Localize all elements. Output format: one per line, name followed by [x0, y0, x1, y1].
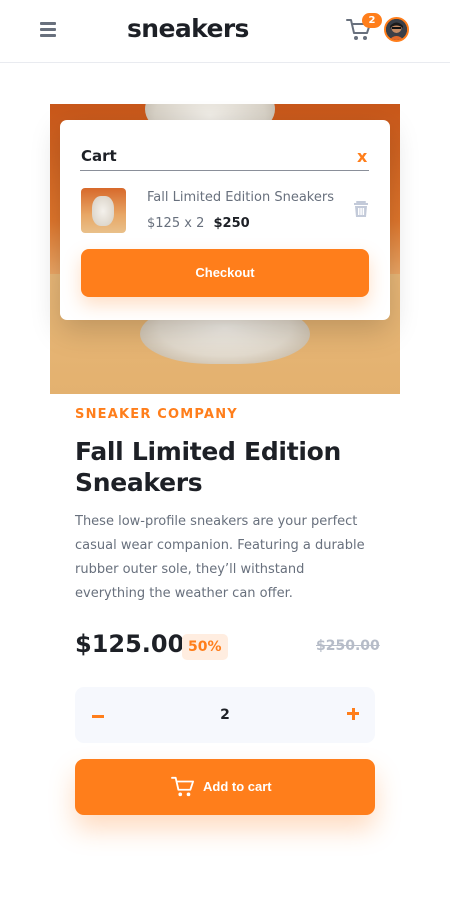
product-title: Fall Limited Edition Sneakers — [75, 437, 341, 497]
discount-badge: 50% — [182, 634, 228, 660]
cart-item-total: $250 — [213, 216, 250, 231]
original-price: $250.00 — [316, 638, 380, 654]
cart-divider — [80, 170, 369, 171]
company-name: SNEAKER COMPANY — [75, 407, 238, 422]
current-price: $125.00 — [75, 630, 185, 658]
avatar-image — [386, 19, 407, 40]
cart-icon — [171, 776, 194, 797]
site-header: sneakers 2 — [0, 0, 450, 63]
avatar[interactable] — [384, 17, 409, 42]
add-to-cart-button[interactable]: Add to cart — [75, 759, 375, 815]
minus-icon[interactable] — [90, 702, 106, 728]
cart-item-name: Fall Limited Edition Sneakers — [147, 190, 334, 205]
checkout-button[interactable]: Checkout — [81, 249, 369, 297]
cart-count-badge: 2 — [362, 13, 382, 28]
cart-title: Cart — [81, 147, 117, 165]
cart-item-times: x — [184, 216, 192, 231]
cart-item-thumbnail — [81, 188, 126, 233]
plus-icon[interactable] — [345, 701, 361, 727]
product-description: These low-profile sneakers are your perf… — [75, 514, 365, 601]
trash-icon[interactable] — [353, 200, 369, 218]
cart-popover: Cart x Fall Limited Edition Sneakers $12… — [60, 120, 390, 320]
quantity-stepper: 2 — [75, 687, 375, 743]
cart-close-button[interactable]: x — [357, 147, 367, 166]
quantity-value: 2 — [220, 707, 230, 723]
logo[interactable]: sneakers — [127, 14, 249, 43]
add-to-cart-label: Add to cart — [203, 779, 272, 794]
cart-item-price-line: $125 x 2 $250 — [147, 216, 250, 231]
cart-item-thumbnail-shoe — [92, 196, 114, 226]
menu-icon[interactable] — [40, 22, 58, 38]
cart-item-quantity: 2 — [196, 216, 205, 231]
cart-item-unit-price: $125 — [147, 216, 181, 231]
